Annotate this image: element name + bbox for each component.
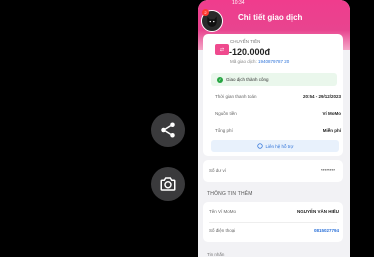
field-value: Miễn phí (322, 127, 341, 133)
field-value: 20:54 - 29/12/2023 (302, 93, 341, 99)
footer-label: Tin nhắn (207, 252, 225, 257)
notification-badge: 2 (202, 9, 209, 16)
field-label: Nguồn tiền (215, 110, 237, 116)
field-source-row: Nguồn tiền Ví MoMo (215, 108, 341, 118)
check-icon: ✓ (217, 76, 223, 83)
balance-card: Số dư ví ******** (203, 160, 343, 182)
field-label: Thời gian thanh toán (215, 93, 257, 99)
cat-avatar-icon (207, 16, 217, 27)
wallet-name-row: Tên Ví MoMo NGUYỄN VĂN HIẾU (209, 209, 339, 214)
avatar[interactable]: 2 (201, 9, 223, 32)
share-button[interactable] (151, 113, 185, 147)
field-label: Tổng phí (215, 127, 233, 133)
field-value: Ví MoMo (322, 110, 342, 116)
section-title: THÔNG TIN THÊM (207, 191, 253, 197)
field-time-row: Thời gian thanh toán 20:54 - 29/12/2023 (215, 91, 341, 101)
screenshot-button[interactable] (151, 167, 185, 201)
transaction-type: CHUYỂN TIỀN (230, 39, 261, 44)
status-text: Giao dịch thành công (226, 77, 269, 82)
extra-info-card: Tên Ví MoMo NGUYỄN VĂN HIẾU Số điện thoạ… (203, 202, 343, 242)
phone-screen: 10:34 2 Chi tiết giao dịch ⇄ CHUYỂN TIỀN… (198, 0, 350, 257)
share-icon (161, 122, 175, 138)
transaction-code-row: Mã giao dịch: 1940879787 20 (230, 59, 289, 64)
phone-row: Số điện thoại 0815027794 (209, 228, 339, 233)
page-title: Chi tiết giao dịch (238, 13, 303, 22)
contact-support-label: Liên hệ hỗ trợ (265, 143, 294, 149)
balance-label: Số dư ví (209, 168, 227, 173)
status-time: 10:34 (232, 0, 245, 6)
row-label: Tên Ví MoMo (209, 209, 237, 214)
status-banner: ✓ Giao dịch thành công (211, 73, 337, 86)
row-value[interactable]: 0815027794 (314, 228, 339, 233)
headset-icon (256, 143, 263, 149)
row-label: Số điện thoại (209, 228, 236, 233)
balance-value[interactable]: ******** (321, 168, 335, 173)
field-fee-row: Tổng phí Miễn phí (215, 125, 341, 135)
transaction-code[interactable]: 1940879787 20 (258, 59, 289, 64)
divider (209, 222, 337, 223)
transaction-code-label: Mã giao dịch: (230, 59, 257, 64)
contact-support-button[interactable]: Liên hệ hỗ trợ (211, 140, 339, 152)
transaction-card: ⇄ CHUYỂN TIỀN -120.000đ Mã giao dịch: 19… (203, 34, 343, 156)
transfer-icon: ⇄ (215, 44, 229, 55)
transaction-amount: -120.000đ (229, 47, 271, 57)
camera-icon (160, 177, 176, 191)
row-value: NGUYỄN VĂN HIẾU (296, 209, 339, 214)
